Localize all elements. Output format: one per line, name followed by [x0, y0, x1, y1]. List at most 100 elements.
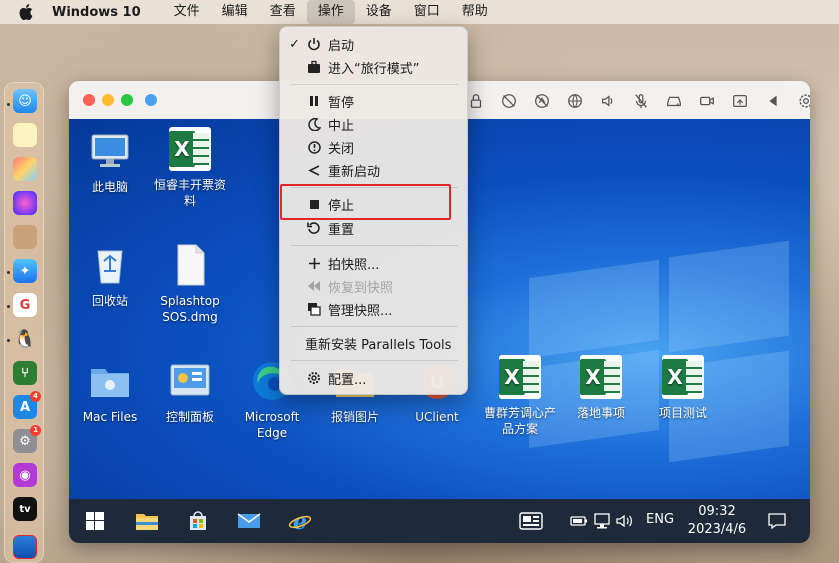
- menu-item-manage-snapshots[interactable]: 管理快照...: [280, 298, 469, 320]
- shutdown-icon: [304, 140, 324, 154]
- menu-separator: [291, 245, 458, 246]
- desktop-icon-excel-file[interactable]: X 项目测试: [643, 355, 723, 421]
- clock-time: 09:32: [698, 504, 736, 519]
- zoom-button[interactable]: [121, 94, 133, 106]
- windows-start-icon[interactable]: [82, 509, 108, 533]
- menu-item-take-snapshot[interactable]: 拍快照...: [280, 252, 469, 274]
- app-icon[interactable]: [13, 225, 37, 249]
- clock-date: 2023/4/6: [687, 522, 747, 537]
- menu-file[interactable]: 文件: [163, 0, 211, 24]
- menu-item-revert-snapshot: 恢复到快照: [280, 275, 469, 297]
- menu-separator: [291, 84, 458, 85]
- siri-icon[interactable]: [13, 191, 37, 215]
- mic-muted-icon[interactable]: [624, 90, 657, 112]
- speaker-icon[interactable]: [591, 90, 624, 112]
- desktop-icon-recycle-bin[interactable]: 回收站: [70, 243, 150, 309]
- taskbar-clock[interactable]: 09:32 2023/4/6: [682, 503, 752, 539]
- usb-share-icon[interactable]: [723, 90, 756, 112]
- menu-view[interactable]: 查看: [259, 0, 307, 24]
- app-store-icon[interactable]: A4: [13, 391, 41, 419]
- finder-icon[interactable]: ☺: [13, 89, 37, 113]
- desktop-icon-label: 回收站: [91, 294, 128, 308]
- desktop-icon-label: 此电脑: [91, 180, 128, 194]
- menu-item-suspend[interactable]: 中止: [280, 113, 469, 135]
- news-widget-icon[interactable]: [518, 509, 544, 533]
- volume-icon[interactable]: [612, 509, 638, 533]
- menu-item-shutdown[interactable]: 关闭: [280, 136, 469, 158]
- menu-separator: [291, 326, 458, 327]
- desktop-icon-label: 控制面板: [165, 410, 214, 424]
- mac-folder-icon: [88, 359, 132, 403]
- menu-devices[interactable]: 设备: [355, 0, 403, 24]
- desktop-icon-label: Microsoft Edge: [244, 410, 300, 440]
- camera-icon[interactable]: [690, 90, 723, 112]
- qq-icon[interactable]: 🐧: [13, 327, 37, 351]
- system-settings-icon[interactable]: ⚙ 1: [13, 425, 41, 453]
- internet-explorer-icon[interactable]: e: [287, 509, 313, 533]
- file-icon: [168, 243, 212, 287]
- rewind-icon: [304, 280, 324, 292]
- menu-item-reinstall-parallels-tools[interactable]: 重新安装 Parallels Tools: [280, 332, 469, 354]
- desktop-icon-excel-file[interactable]: X 恒睿丰开票资料: [150, 127, 230, 209]
- apple-icon[interactable]: [0, 4, 52, 20]
- notifications-icon[interactable]: [764, 509, 790, 533]
- gear-icon: [304, 371, 324, 385]
- menu-window[interactable]: 窗口: [403, 0, 451, 24]
- menu-item-reset[interactable]: 重置: [280, 217, 469, 239]
- computer-icon: [88, 129, 132, 173]
- file-explorer-icon[interactable]: [134, 509, 160, 533]
- store-icon[interactable]: [185, 509, 211, 533]
- vm-status-icon: [145, 94, 157, 106]
- windows10-vm-icon[interactable]: [13, 535, 37, 559]
- desktop-icon-mac-files[interactable]: Mac Files: [70, 359, 150, 425]
- desktop-icon-label: 曹群芳调心产品方案: [483, 406, 556, 436]
- desktop-icon-label: 落地事项: [576, 406, 625, 420]
- podcasts-icon[interactable]: ◉: [13, 463, 37, 487]
- desktop-icon-excel-file[interactable]: X 落地事项: [561, 355, 641, 421]
- wallpaper-logo-pane: [529, 259, 659, 359]
- launchpad-icon[interactable]: [13, 157, 37, 181]
- mail-icon[interactable]: [236, 509, 262, 533]
- menu-help[interactable]: 帮助: [451, 0, 499, 24]
- checkmark-icon: ✓: [289, 36, 300, 52]
- minimize-button[interactable]: [102, 94, 114, 106]
- g-app-icon[interactable]: G: [13, 293, 37, 317]
- pause-icon: [304, 95, 324, 107]
- safari-icon[interactable]: ✦: [13, 259, 37, 283]
- menu-actions[interactable]: 操作: [306, 0, 355, 24]
- apple-tv-icon[interactable]: tv: [13, 497, 37, 521]
- app-name[interactable]: Windows 10: [52, 5, 141, 20]
- drive-icon[interactable]: [657, 90, 690, 112]
- wallpaper-logo-pane: [669, 240, 789, 353]
- menu-item-travel-mode[interactable]: 进入“旅行模式”: [280, 56, 469, 78]
- snapshots-icon: [304, 302, 324, 316]
- no-sharing-icon[interactable]: [525, 90, 558, 112]
- notes-icon[interactable]: [13, 123, 37, 147]
- desktop-icon-label: 恒睿丰开票资料: [153, 178, 226, 208]
- no-network-icon[interactable]: [492, 90, 525, 112]
- restart-icon: [304, 164, 324, 177]
- vm-toolbar: [459, 90, 810, 112]
- mac-menubar: Windows 10 文件 编辑 查看 操作 设备 窗口 帮助: [0, 0, 839, 24]
- plus-icon: [304, 257, 324, 270]
- desktop-icon-splashtop-dmg[interactable]: Splashtop SOS.dmg: [150, 243, 230, 325]
- recycle-bin-icon: [88, 243, 132, 287]
- desktop-icon-excel-file[interactable]: X 曹群芳调心产品方案: [480, 355, 560, 437]
- sourcetree-icon[interactable]: ⑂: [13, 361, 37, 385]
- menu-item-restart[interactable]: 重新启动: [280, 159, 469, 181]
- globe-icon[interactable]: [558, 90, 591, 112]
- desktop-icon-this-pc[interactable]: 此电脑: [70, 129, 150, 195]
- menu-item-start[interactable]: ✓ 启动: [280, 33, 469, 55]
- back-arrow-icon[interactable]: [756, 90, 789, 112]
- input-language[interactable]: ENG: [646, 512, 674, 527]
- desktop-icon-control-panel[interactable]: 控制面板: [150, 359, 230, 425]
- menu-separator: [291, 360, 458, 361]
- excel-icon: X: [579, 355, 623, 399]
- menu-item-pause[interactable]: 暂停: [280, 90, 469, 112]
- desktop-icon-label: UClient: [415, 410, 459, 424]
- settings-gear-icon[interactable]: [789, 90, 810, 112]
- close-button[interactable]: [83, 94, 95, 106]
- menu-edit[interactable]: 编辑: [211, 0, 259, 24]
- menu-item-configure[interactable]: 配置...: [280, 367, 469, 389]
- briefcase-icon: [304, 60, 324, 74]
